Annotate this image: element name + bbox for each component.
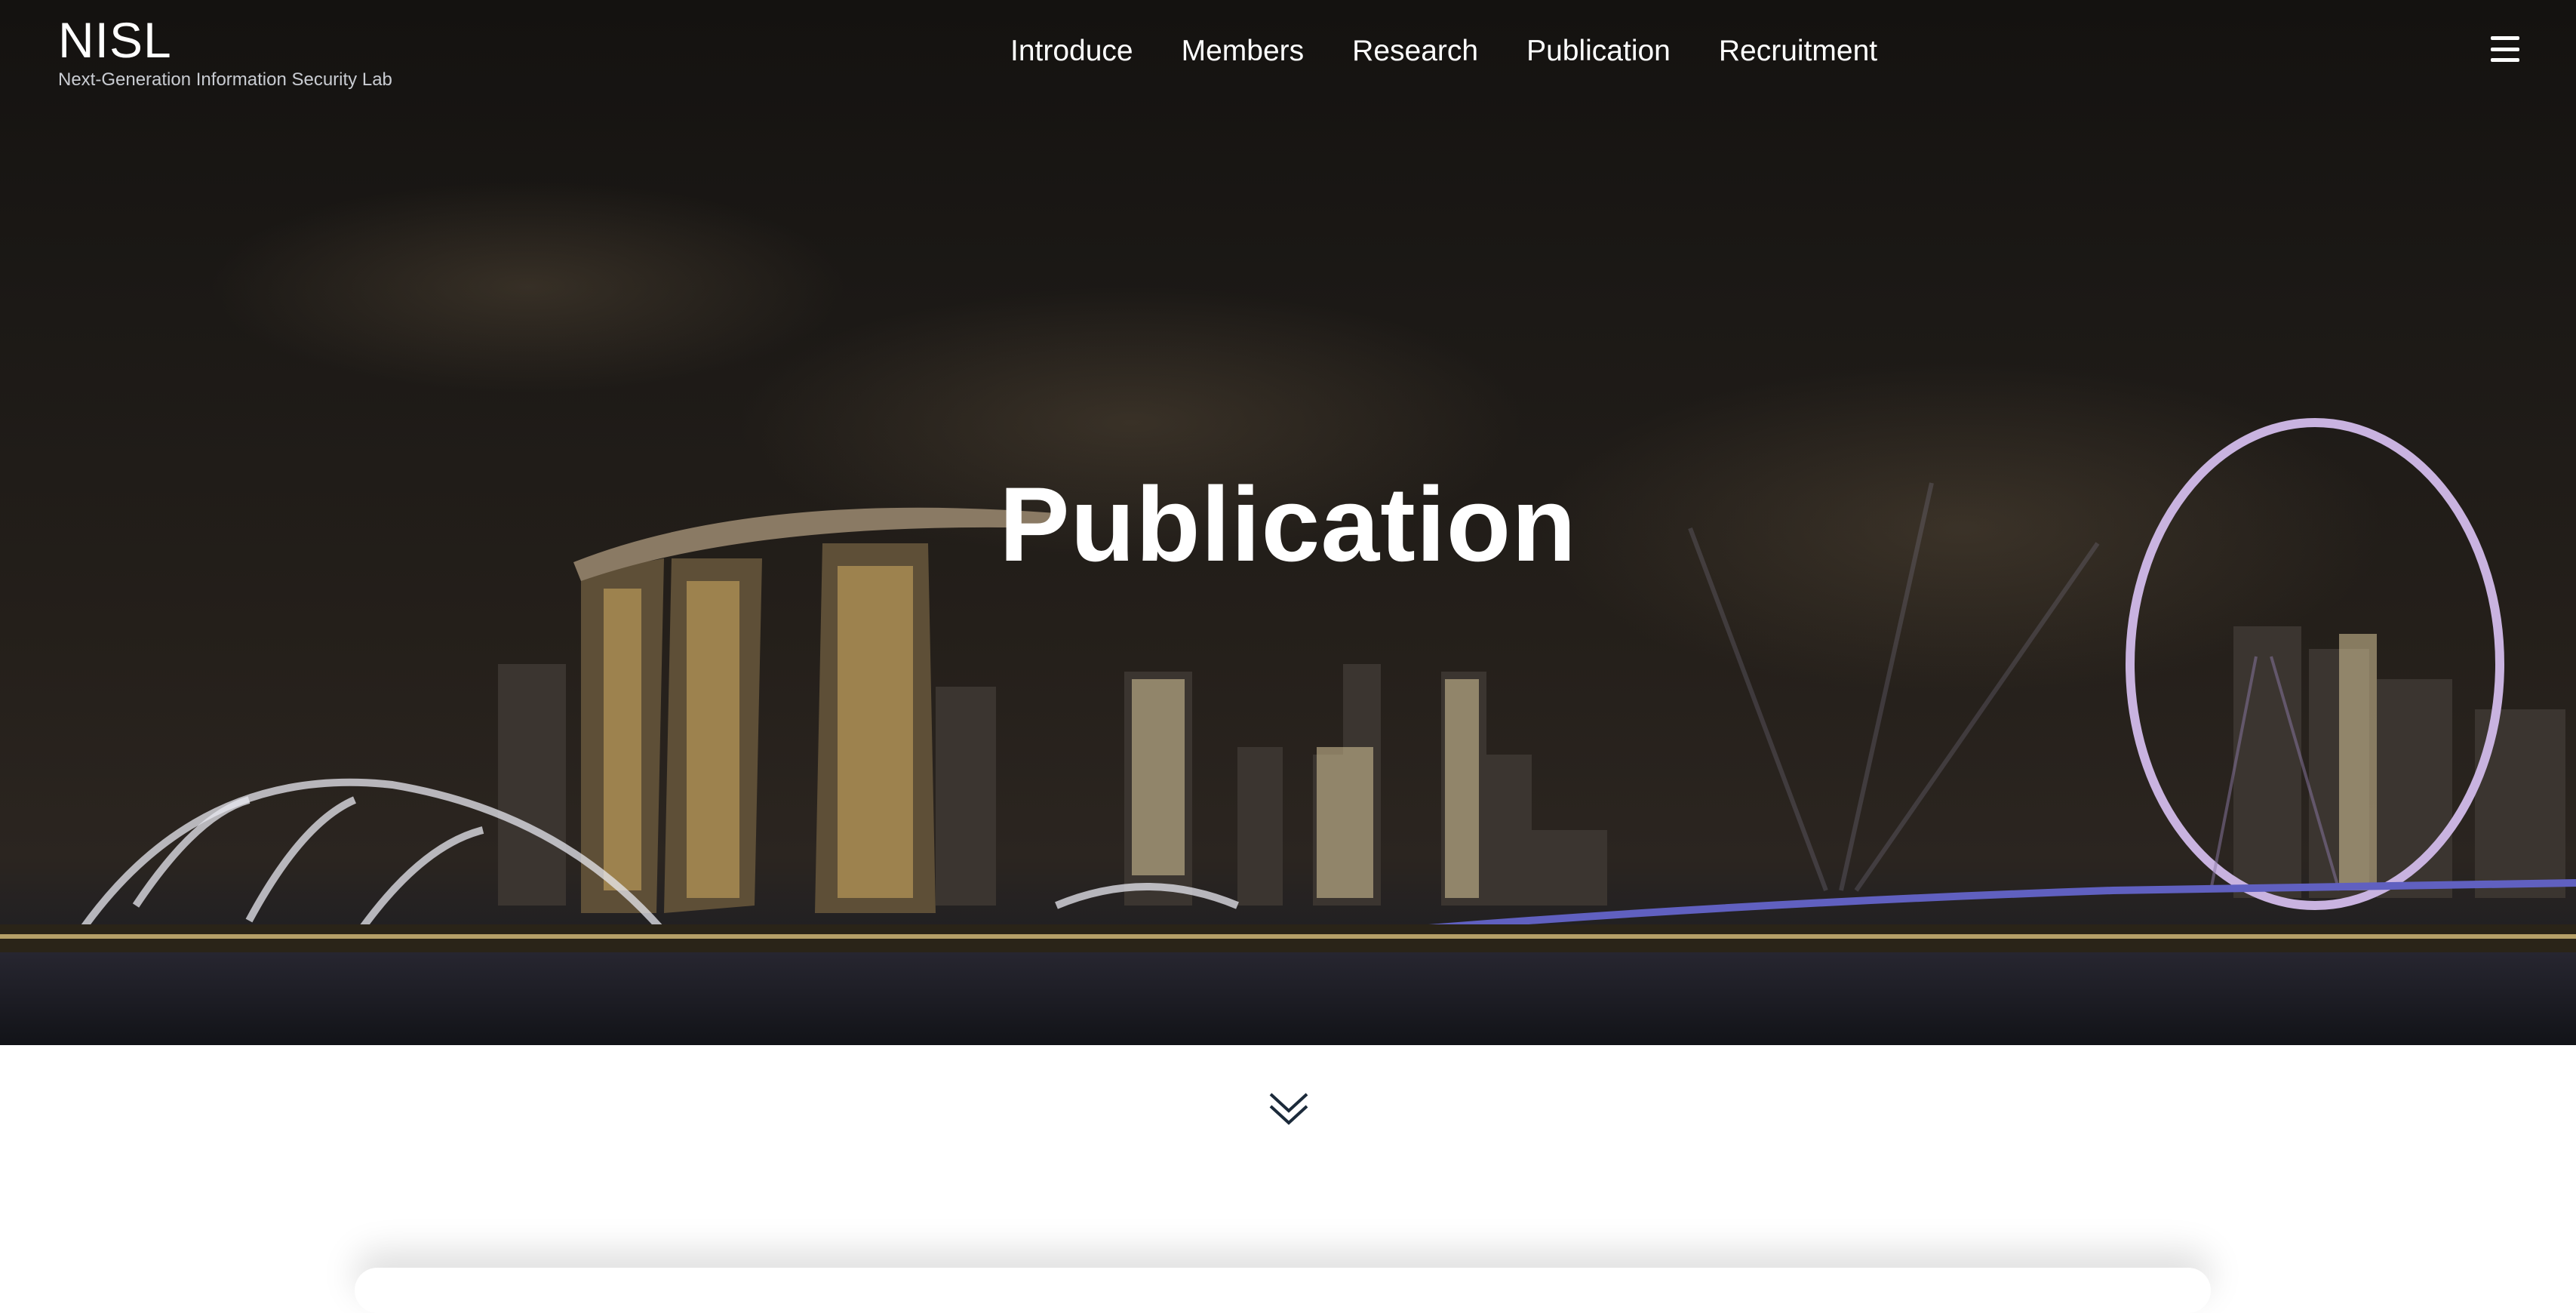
brand-title[interactable]: NISL — [58, 14, 392, 66]
nav-item-members[interactable]: Members — [1182, 32, 1305, 71]
page-title: Publication — [999, 465, 1577, 583]
brand-subtitle: Next-Generation Information Security Lab — [58, 69, 392, 90]
double-chevron-down-icon[interactable] — [1268, 1090, 1310, 1127]
brand[interactable]: NISL Next-Generation Information Securit… — [58, 14, 392, 92]
main-nav: Introduce Members Research Publication R… — [1010, 32, 1877, 71]
nav-item-recruitment[interactable]: Recruitment — [1719, 32, 1877, 71]
hamburger-menu-icon[interactable] — [2491, 36, 2519, 62]
nav-item-publication[interactable]: Publication — [1526, 32, 1671, 71]
nav-item-introduce[interactable]: Introduce — [1010, 32, 1133, 71]
hero-banner: NISL Next-Generation Information Securit… — [0, 0, 2576, 1045]
nav-item-research[interactable]: Research — [1352, 32, 1478, 71]
content-card — [355, 1268, 2211, 1313]
